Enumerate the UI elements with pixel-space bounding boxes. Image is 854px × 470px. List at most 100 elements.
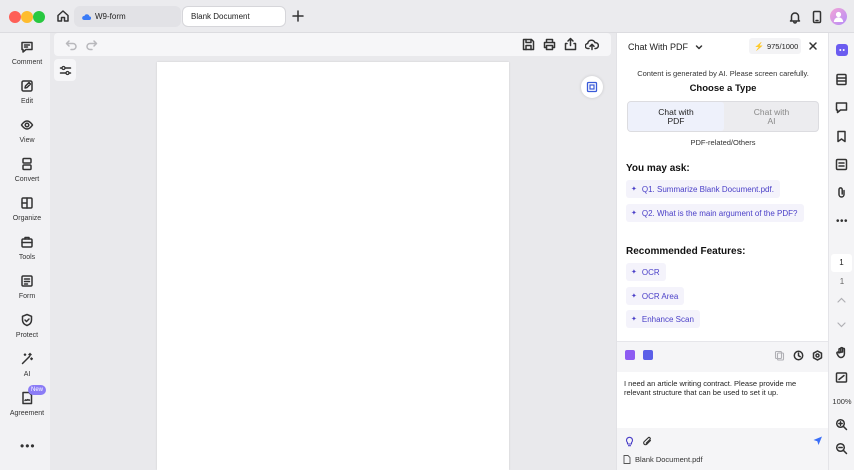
prompt-library-icon[interactable]	[625, 350, 635, 360]
sliders-icon	[59, 65, 71, 75]
fields-icon[interactable]	[835, 158, 848, 171]
nav-edit[interactable]: Edit	[0, 79, 54, 115]
ai-assistant-icon[interactable]	[836, 44, 848, 56]
nav-label: AI	[23, 371, 31, 378]
form-icon	[21, 275, 33, 287]
nav-view[interactable]: View	[0, 118, 54, 154]
zoom-level[interactable]: 100%	[829, 397, 854, 406]
nav-organize[interactable]: Organize	[0, 196, 54, 232]
attached-file-name: Blank Document.pdf	[635, 455, 703, 464]
nav-label: Convert	[14, 176, 40, 183]
cloud-upload-icon[interactable]	[585, 38, 599, 51]
attach-icon[interactable]	[642, 436, 653, 447]
nav-label: View	[19, 137, 35, 144]
sparkle-icon: ✦	[631, 269, 637, 276]
share-icon[interactable]	[564, 37, 577, 51]
tab-w9-form[interactable]: W9-form	[74, 6, 181, 27]
hand-tool-icon[interactable]	[835, 346, 848, 359]
title-bar: W9-form Blank Document	[0, 0, 854, 33]
suggested-question-2[interactable]: ✦ Q2. What is the main argument of the P…	[626, 204, 804, 222]
device-icon[interactable]	[810, 10, 824, 24]
feature-enhance-scan[interactable]: ✦ Enhance Scan	[626, 310, 700, 328]
choose-type-heading: Choose a Type	[689, 83, 757, 94]
minimize-window-button[interactable]	[21, 11, 33, 23]
notification-bell-icon[interactable]	[788, 10, 802, 24]
send-button[interactable]	[812, 435, 823, 446]
question-text: Q1. Summarize Blank Document.pdf.	[641, 184, 774, 194]
zoom-window-button[interactable]	[33, 11, 45, 23]
word-export-icon[interactable]	[643, 350, 653, 360]
avatar[interactable]	[830, 8, 847, 25]
shield-icon	[21, 313, 33, 327]
nav-convert[interactable]: Convert	[0, 157, 54, 193]
more-options-icon[interactable]: •••	[836, 217, 848, 227]
you-may-ask-heading: You may ask:	[626, 163, 690, 174]
more-icon[interactable]: •••	[20, 440, 36, 452]
nav-label: Comment	[11, 59, 43, 66]
nav-agreement[interactable]: Agreement	[0, 391, 54, 427]
suggested-question-1[interactable]: ✦ Q1. Summarize Blank Document.pdf.	[626, 180, 780, 198]
close-icon[interactable]	[808, 41, 818, 51]
copy-icon[interactable]	[774, 350, 785, 361]
bookmark-icon[interactable]	[835, 130, 848, 143]
chat-mode-dropdown[interactable]: Chat With PDF	[628, 42, 703, 52]
sparkle-icon: ✦	[631, 210, 637, 217]
chat-input[interactable]: I need an article writing contract. Plea…	[617, 372, 829, 428]
tab-blank-document[interactable]: Blank Document	[182, 6, 286, 27]
home-icon[interactable]	[56, 9, 70, 23]
edit-icon	[21, 80, 33, 92]
lightbulb-icon[interactable]	[624, 436, 635, 447]
send-icon	[813, 436, 822, 445]
chevron-down-icon	[695, 45, 703, 50]
history-icon[interactable]	[793, 350, 804, 361]
new-badge: New	[28, 385, 46, 395]
feature-ocr-area[interactable]: ✦ OCR Area	[626, 287, 685, 305]
sparkle-icon: ✦	[631, 316, 637, 323]
screenshot-icon[interactable]	[835, 371, 848, 384]
chat-with-pdf-option[interactable]: Chat with PDF	[628, 102, 724, 131]
tools-icon	[21, 236, 33, 248]
feature-label: OCR	[641, 267, 660, 277]
left-tool-rail: Comment Edit View Convert Organize Tools…	[0, 33, 50, 470]
pdf-page[interactable]	[157, 62, 509, 470]
chevron-down-nav-icon[interactable]	[836, 319, 847, 330]
new-tab-button[interactable]	[291, 9, 305, 23]
zoom-in-icon[interactable]	[835, 418, 848, 431]
chat-with-ai-option[interactable]: Chat with AI	[724, 102, 819, 131]
paperclip-icon[interactable]	[835, 186, 848, 199]
nav-label: Agreement	[9, 410, 45, 417]
nav-comment[interactable]: Comment	[0, 40, 54, 76]
ai-wand-icon	[21, 352, 34, 365]
tab-label: Blank Document	[191, 12, 250, 21]
nav-tools[interactable]: Tools	[0, 235, 54, 271]
fit-page-button[interactable]	[581, 76, 603, 98]
filter-settings-button[interactable]	[54, 59, 76, 81]
ai-notice: Content is generated by AI. Please scree…	[637, 69, 809, 78]
undo-icon[interactable]	[65, 38, 78, 51]
redo-icon[interactable]	[85, 38, 98, 51]
close-window-button[interactable]	[9, 11, 21, 23]
credits-badge: ⚡ 975/1000	[749, 38, 801, 54]
attached-file[interactable]: Blank Document.pdf	[623, 455, 703, 464]
zoom-out-icon[interactable]	[835, 442, 848, 455]
save-icon[interactable]	[522, 38, 535, 51]
view-icon	[20, 120, 34, 130]
nav-label: Protect	[15, 332, 39, 339]
comments-panel-icon[interactable]	[835, 101, 848, 114]
option-line2: PDF	[667, 116, 685, 126]
nav-ai[interactable]: AI	[0, 352, 54, 388]
option-line2: AI	[767, 116, 776, 126]
feature-label: OCR Area	[641, 291, 679, 301]
settings-icon[interactable]	[812, 350, 823, 361]
current-page-input[interactable]: 1	[831, 254, 852, 272]
nav-label: Organize	[12, 215, 42, 222]
thumbnails-icon[interactable]	[835, 73, 848, 86]
right-side-rail: ••• 1 1 100%	[828, 33, 854, 470]
nav-label: Form	[18, 293, 36, 300]
feature-ocr[interactable]: ✦ OCR	[626, 263, 666, 281]
print-icon[interactable]	[543, 38, 556, 51]
nav-form[interactable]: Form	[0, 274, 54, 310]
nav-protect[interactable]: Protect	[0, 313, 54, 349]
chat-type-switch: Chat with PDF Chat with AI	[627, 101, 819, 132]
chevron-up-icon[interactable]	[836, 295, 847, 306]
